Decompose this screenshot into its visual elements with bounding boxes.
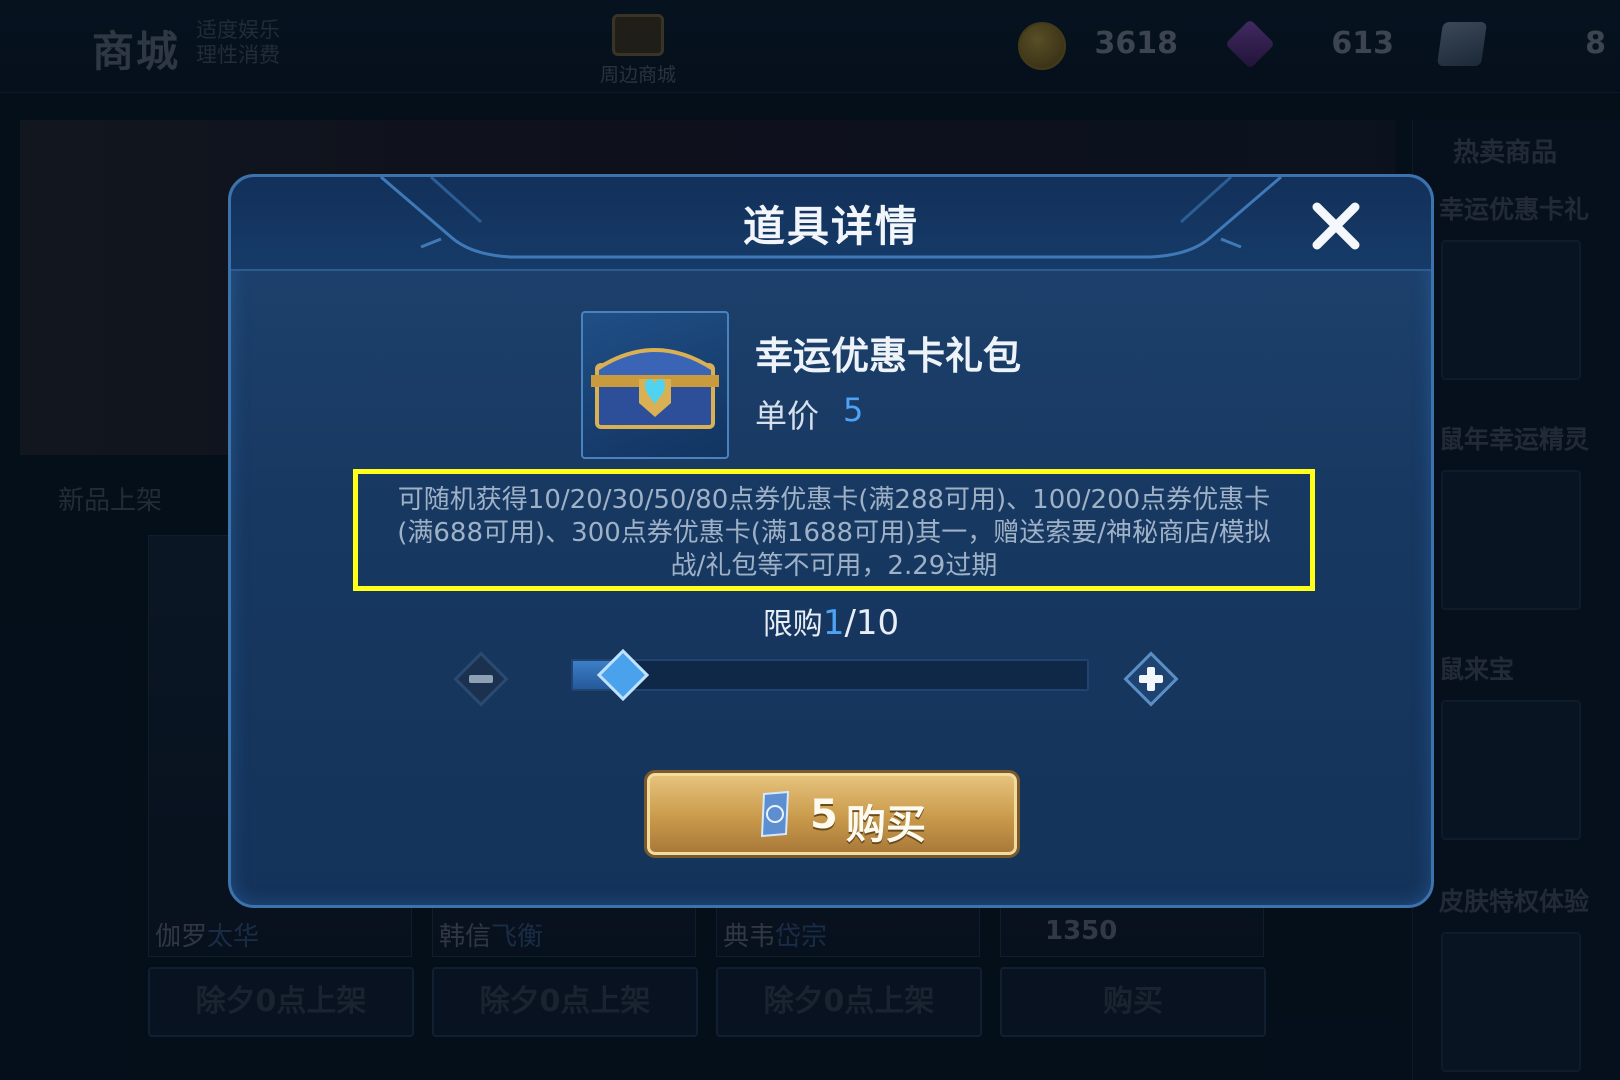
unit-price-value: 5 — [843, 391, 864, 429]
purchase-limit: 限购1/10 — [231, 599, 1431, 643]
slider-diamond-icon — [596, 648, 649, 702]
unit-price-label: 单价 — [755, 397, 820, 435]
limit-max: 10 — [855, 603, 900, 643]
dialog-title: 道具详情 — [742, 202, 919, 251]
item-detail-dialog: 道具详情 幸运优惠卡礼包 单价 5 可随机获得10/20/30/50/80点券优… — [228, 174, 1434, 908]
item-image — [581, 311, 729, 459]
quantity-slider-handle[interactable] — [593, 645, 653, 705]
voucher-icon — [760, 790, 790, 838]
limit-separator: / — [844, 603, 856, 643]
buy-price: 5 — [810, 792, 838, 838]
decrease-quantity-button[interactable] — [449, 647, 513, 711]
treasure-chest-icon — [591, 348, 719, 429]
buy-button[interactable]: 5 购买 — [647, 773, 1017, 855]
limit-label: 限购 — [762, 607, 823, 642]
increase-quantity-button[interactable] — [1119, 647, 1183, 711]
buy-label: 购买 — [846, 802, 926, 848]
close-button[interactable] — [1303, 193, 1369, 259]
minus-icon — [453, 651, 509, 707]
plus-icon — [1123, 651, 1179, 707]
limit-current: 1 — [822, 603, 845, 643]
dialog-header: 道具详情 — [231, 177, 1431, 271]
close-icon — [1312, 202, 1360, 250]
item-description: 可随机获得10/20/30/50/80点券优惠卡(满288可用)、100/200… — [353, 469, 1315, 591]
item-name: 幸运优惠卡礼包 — [755, 334, 1022, 378]
